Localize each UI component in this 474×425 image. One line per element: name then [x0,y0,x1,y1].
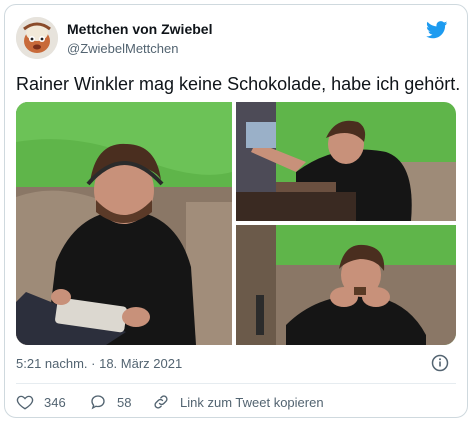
tweet-text: Rainer Winkler mag keine Schokolade, hab… [16,74,461,94]
author-handle[interactable]: @ZwiebelMettchen [67,41,178,56]
heart-icon [16,395,34,410]
avatar[interactable] [16,17,58,59]
twitter-bird-icon[interactable] [426,21,448,39]
divider [16,383,456,384]
info-icon[interactable] [431,354,449,372]
tweet-media-grid[interactable] [16,102,456,345]
copy-link-button[interactable]: Link zum Tweet kopieren [152,390,324,414]
tweet-actions: 346 58 Link zum Tweet kopieren [16,390,456,414]
tweet-card[interactable]: Mettchen von Zwiebel @ZwiebelMettchen Ra… [4,4,468,418]
photo-person-eating-chocolate[interactable] [236,225,456,345]
copy-link-label: Link zum Tweet kopieren [180,394,324,410]
author-display-name[interactable]: Mettchen von Zwiebel [67,21,212,37]
tweet-timestamp[interactable]: 5:21 nachm. · 18. März 2021 [16,356,182,371]
reply-count: 58 [117,394,132,410]
photo-person-opening-chocolate[interactable] [16,102,232,345]
reply-bubble-icon [91,395,105,410]
like-count: 346 [44,394,66,410]
link-icon [154,395,168,409]
reply-button[interactable]: 58 [89,390,131,414]
like-button[interactable]: 346 [16,390,66,414]
photo-person-reaching-desk[interactable] [236,102,456,221]
